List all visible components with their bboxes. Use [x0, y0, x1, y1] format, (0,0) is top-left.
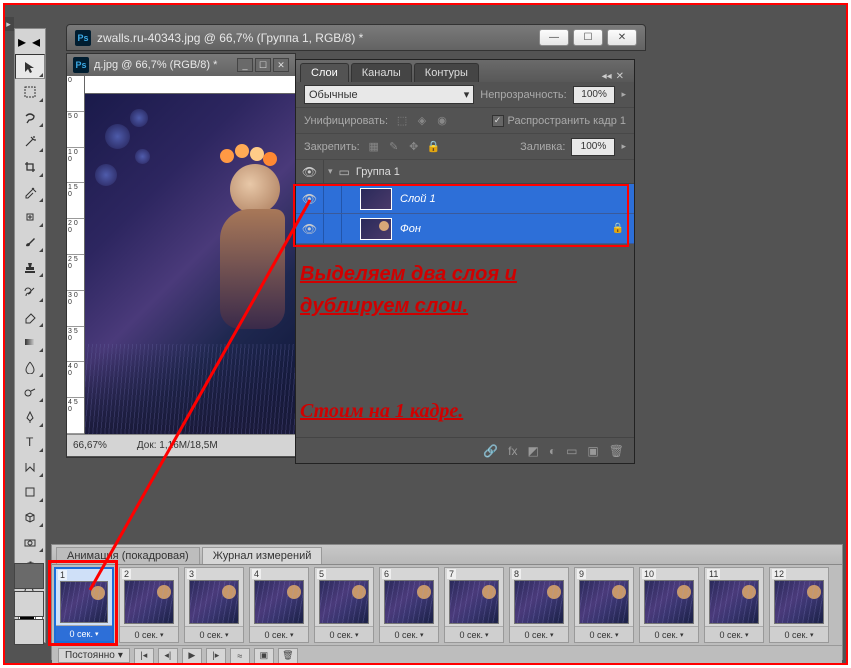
- annotation-outer-border: [3, 3, 848, 665]
